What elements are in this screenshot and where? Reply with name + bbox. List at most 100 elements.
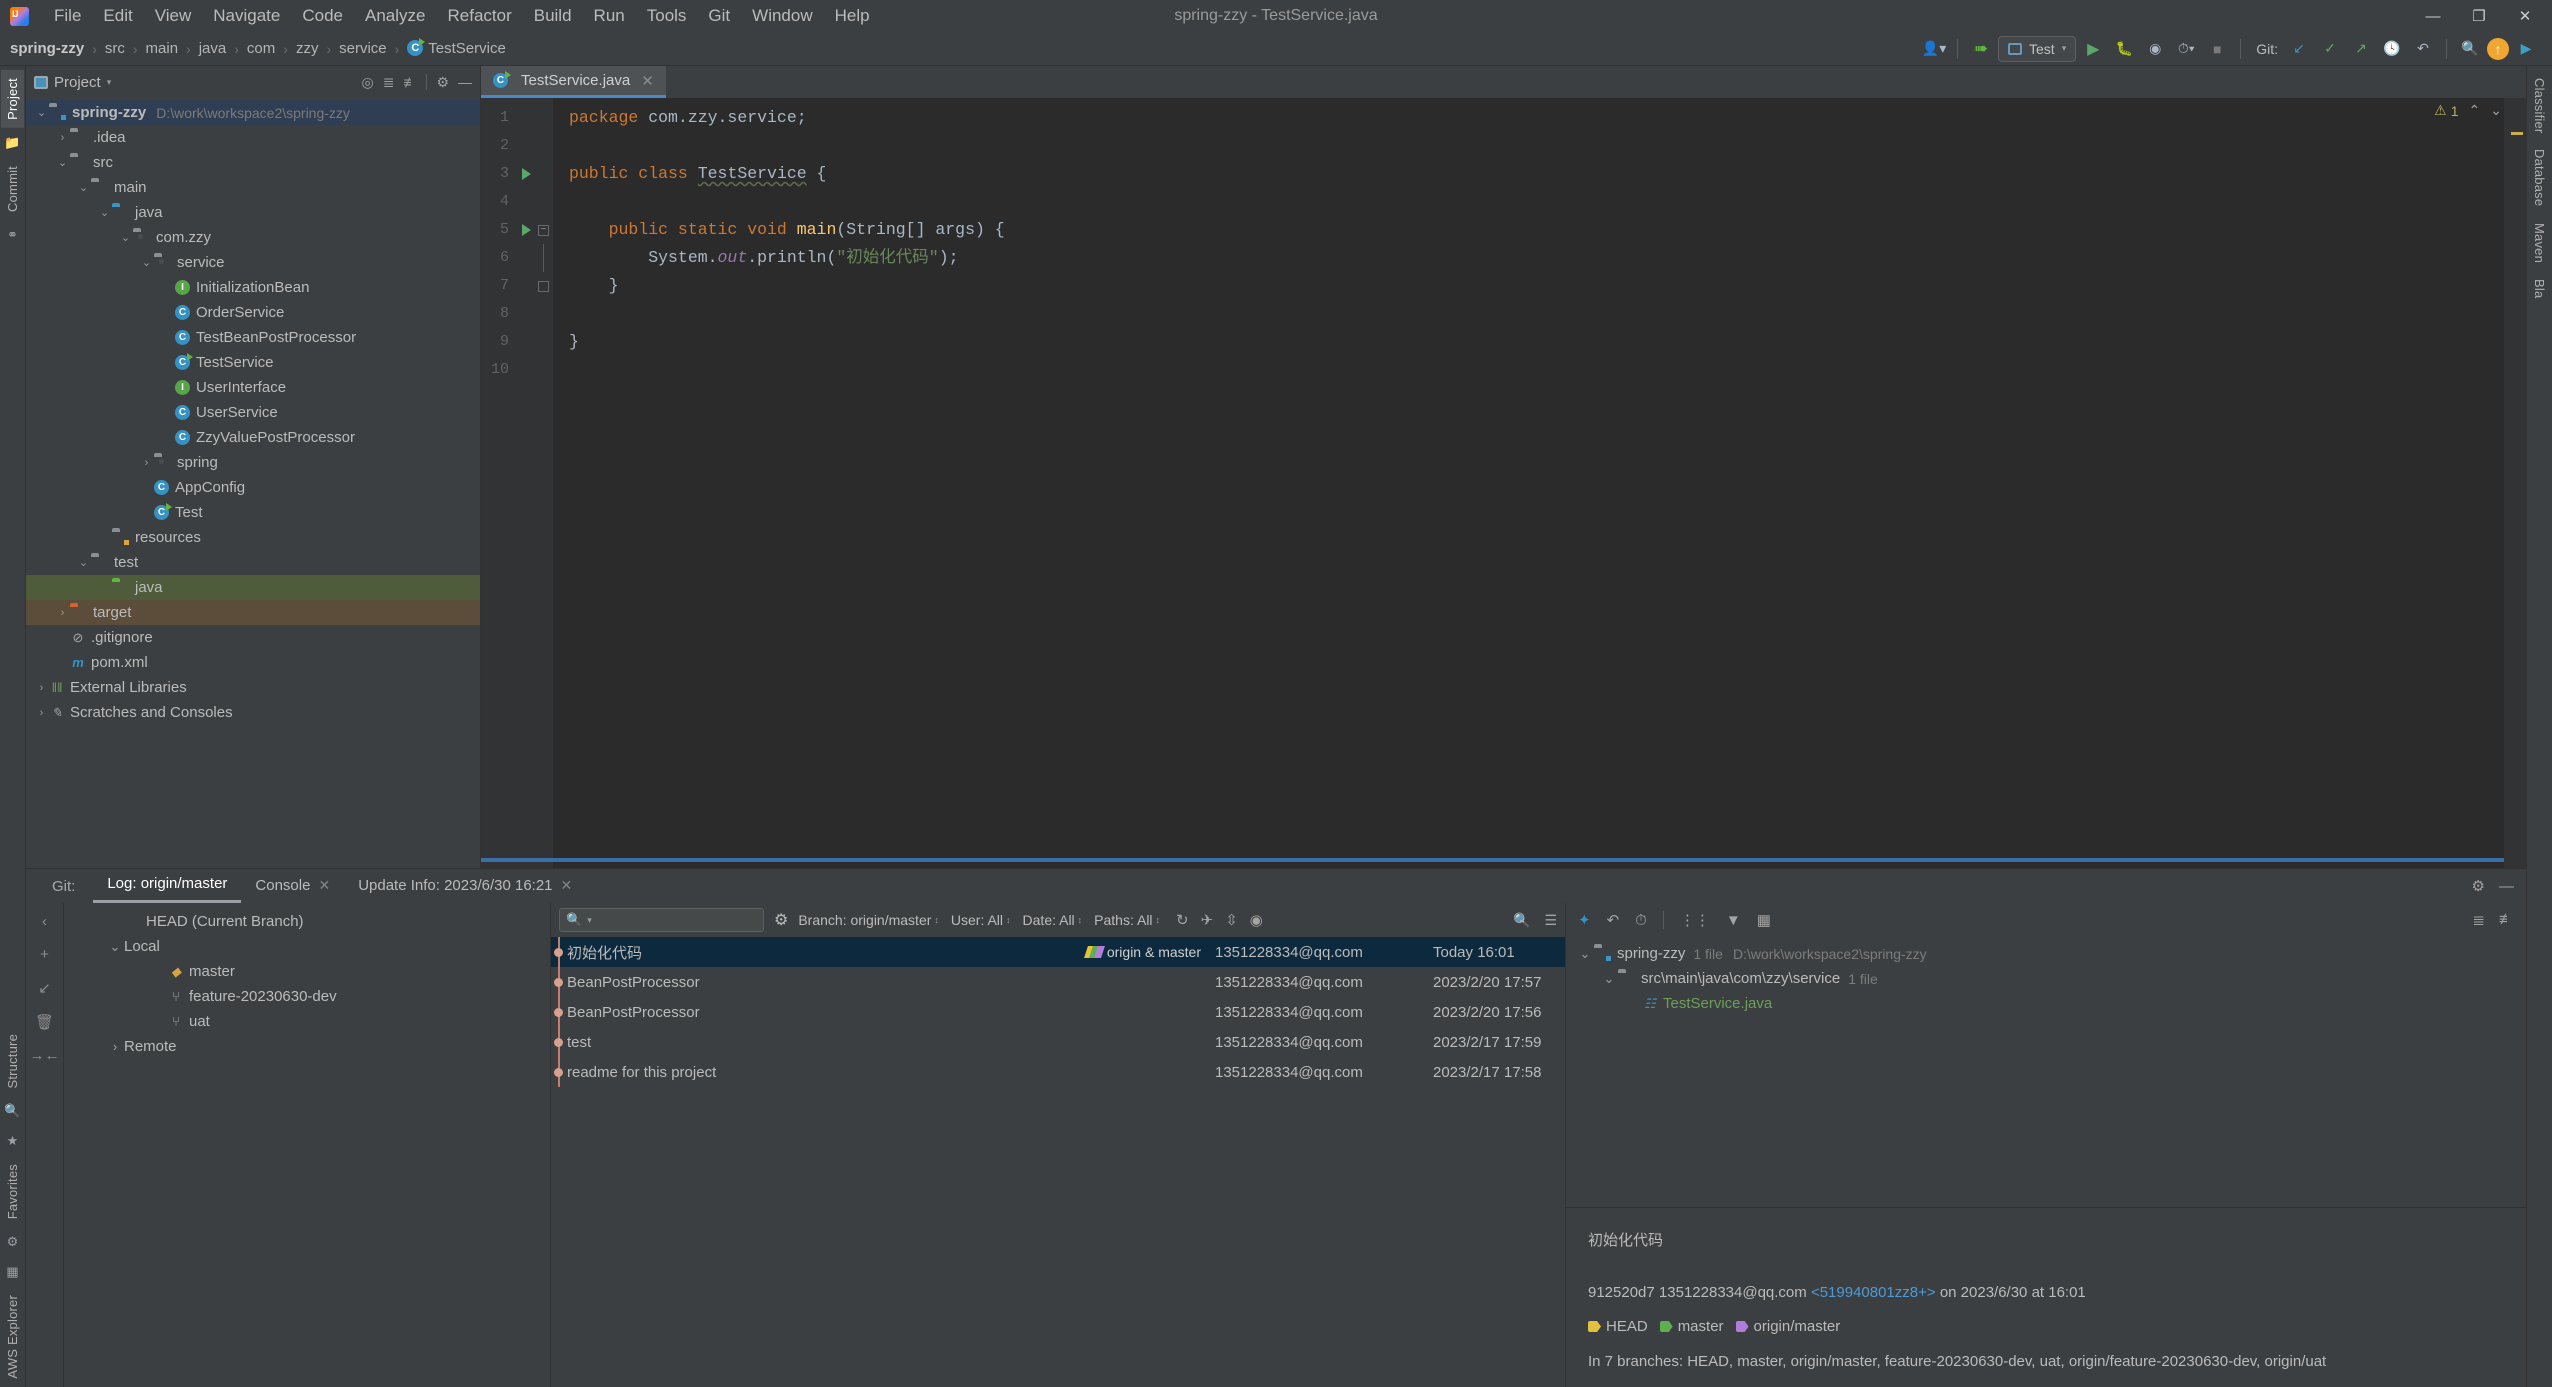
gear-icon[interactable]: ⚙	[436, 74, 449, 91]
run-icon[interactable]: ▶	[2079, 36, 2107, 62]
project-tree-row[interactable]: I UserInterface	[26, 375, 480, 400]
project-strip-icon[interactable]: 📁	[4, 128, 20, 158]
git-panel-tab[interactable]: Update Info: 2023/6/30 16:21 ✕	[344, 871, 586, 902]
revert-icon[interactable]: ↶	[1607, 911, 1620, 929]
project-tree-row[interactable]: C TestBeanPostProcessor	[26, 325, 480, 350]
project-tree[interactable]: ⌄ spring-zzy D:\work\workspace2\spring-zzy…	[26, 98, 480, 868]
chevron-icon[interactable]: ›	[139, 457, 154, 469]
project-tree-row[interactable]: I InitializationBean	[26, 275, 480, 300]
project-tree-row[interactable]: resources	[26, 525, 480, 550]
gutter-line[interactable]: 8	[481, 300, 553, 328]
expand-selection-icon[interactable]: ✦	[1578, 911, 1591, 929]
project-tree-row[interactable]: › ✎ Scratches and Consoles	[26, 700, 480, 725]
chevron-icon[interactable]: ›	[55, 607, 70, 619]
changed-file-row[interactable]: ⌄ src\main\java\com\zzy\service 1 file	[1566, 966, 2526, 991]
profiler-icon[interactable]: ⏱▾	[2172, 36, 2200, 62]
branch-tree-row[interactable]: ⑂ feature-20230630-dev	[64, 984, 550, 1009]
git-push-icon[interactable]: ↗	[2347, 36, 2375, 62]
git-panel-tab[interactable]: Console ✕	[241, 871, 344, 902]
project-tree-row[interactable]: ⌄ java	[26, 200, 480, 225]
menu-item-refactor[interactable]: Refactor	[436, 3, 522, 29]
project-tree-row[interactable]: java	[26, 575, 480, 600]
chevron-icon[interactable]: ⌄	[1576, 946, 1594, 962]
breadcrumb-item-service[interactable]: service	[337, 40, 389, 57]
menu-item-navigate[interactable]: Navigate	[202, 3, 291, 29]
chevron-icon[interactable]: ⌄	[139, 256, 154, 269]
menu-item-edit[interactable]: Edit	[92, 3, 143, 29]
chevron-icon[interactable]: ›	[106, 1039, 124, 1054]
sidebar-item-maven[interactable]: Maven	[2528, 215, 2551, 271]
close-button[interactable]: ✕	[2502, 1, 2548, 31]
gutter-line[interactable]: 6	[481, 244, 553, 272]
chevron-icon[interactable]: ⌄	[34, 106, 49, 119]
expand-all-icon[interactable]: ≣	[383, 74, 395, 91]
warning-marker[interactable]	[2511, 132, 2523, 135]
feature-trainer-icon[interactable]: ▶	[2512, 36, 2540, 62]
notification-icon[interactable]: ↑	[2487, 37, 2509, 60]
project-tree-row[interactable]: ⌄ main	[26, 175, 480, 200]
expand-all-icon[interactable]: ≣	[2472, 911, 2485, 929]
chevron-icon[interactable]: ⌄	[76, 181, 91, 194]
changed-file-row[interactable]: ⌄ spring-zzy 1 file D:\work\workspace2\spri…	[1566, 941, 2526, 966]
menu-item-code[interactable]: Code	[291, 3, 354, 29]
commit-row[interactable]: readme for this project 1351228334@qq.com…	[551, 1057, 1565, 1087]
sidebar-item-bla[interactable]: Bla	[2528, 271, 2551, 306]
commit-row[interactable]: test 1351228334@qq.com 2023/2/17 17:59	[551, 1027, 1565, 1057]
intellisort-icon[interactable]: ✈	[1201, 911, 1214, 929]
chevron-icon[interactable]: ›	[34, 707, 49, 719]
history-icon[interactable]: ⏱	[1635, 912, 1647, 929]
branch-tree[interactable]: HEAD (Current Branch) ⌄ Local ◆ master ⑂ featu…	[64, 903, 551, 1387]
gutter-line[interactable]: 1	[481, 104, 553, 132]
collapse-all-icon[interactable]: ≢	[403, 74, 417, 90]
find-icon[interactable]: 🔍	[1513, 912, 1530, 929]
commit-row[interactable]: 初始化代码 origin & master 1351228334@qq.com Tod…	[551, 937, 1565, 967]
merge-icon[interactable]: →←	[30, 1047, 60, 1064]
project-tree-row[interactable]: ⌄ com.zzy	[26, 225, 480, 250]
editor-horizontal-scrollbar[interactable]	[481, 858, 2504, 862]
project-tree-row[interactable]: m pom.xml	[26, 650, 480, 675]
menu-item-view[interactable]: View	[144, 3, 203, 29]
project-tree-row[interactable]: › spring	[26, 450, 480, 475]
gutter-line[interactable]: 2	[481, 132, 553, 160]
branch-tree-row[interactable]: ◆ master	[64, 959, 550, 984]
account-icon[interactable]: 👤▾	[1920, 36, 1948, 62]
sidebar-item-aws-explorer[interactable]: AWS Explorer	[1, 1287, 24, 1387]
gear-icon[interactable]: ⚙	[2472, 877, 2485, 895]
commit-ref-tag[interactable]: origin/master	[1736, 1310, 1841, 1344]
add-icon[interactable]: +	[40, 946, 49, 963]
chevron-icon[interactable]: ⌄	[76, 556, 91, 569]
run-with-coverage-icon[interactable]: ◉	[2141, 36, 2169, 62]
code-line[interactable]	[553, 188, 2504, 216]
project-tree-row[interactable]: C AppConfig	[26, 475, 480, 500]
code-line[interactable]	[553, 300, 2504, 328]
collapse-icon[interactable]: ‹	[42, 913, 47, 930]
sidebar-item-project[interactable]: Project	[1, 70, 24, 128]
close-icon[interactable]: ✕	[318, 877, 330, 894]
chevron-icon[interactable]: ⌄	[55, 156, 70, 169]
branch-tree-row[interactable]: ⑂ uat	[64, 1009, 550, 1034]
git-commit-icon[interactable]: ✓	[2316, 36, 2344, 62]
changed-files-tree[interactable]: ⌄ spring-zzy 1 file D:\work\workspace2\spri…	[1566, 937, 2526, 1207]
log-filter-user[interactable]: User: All ↕	[951, 912, 1011, 928]
menu-item-run[interactable]: Run	[583, 3, 636, 29]
run-gutter-icon[interactable]	[522, 168, 531, 180]
commit-row[interactable]: BeanPostProcessor 1351228334@qq.com 2023/2…	[551, 967, 1565, 997]
collapse-linear-icon[interactable]: ⇳	[1225, 911, 1238, 929]
code-line[interactable]: System.out.println("初始化代码");	[553, 244, 2504, 272]
menu-item-tools[interactable]: Tools	[636, 3, 698, 29]
prev-problem-icon[interactable]: ⌃	[2469, 102, 2481, 119]
git-panel-tab[interactable]: Log: origin/master	[93, 869, 242, 903]
branch-tree-row[interactable]: ⌄ Local	[64, 934, 550, 959]
favorites-star-icon[interactable]: ★	[7, 1126, 19, 1156]
project-tree-row[interactable]: C Test	[26, 500, 480, 525]
gutter-line[interactable]: 5−	[481, 216, 553, 244]
gutter-line[interactable]: 9	[481, 328, 553, 356]
gutter-line[interactable]: 10	[481, 356, 553, 384]
chevron-icon[interactable]: ›	[34, 682, 49, 694]
commit-list[interactable]: 初始化代码 origin & master 1351228334@qq.com Tod…	[551, 937, 1565, 1387]
project-tree-row[interactable]: ⌄ src	[26, 150, 480, 175]
menu-item-build[interactable]: Build	[523, 3, 583, 29]
commit-search-input[interactable]: 🔍 ▾	[559, 908, 764, 932]
code-content[interactable]: package com.zzy.service; public class Te…	[553, 98, 2504, 868]
editor-tab-testservice[interactable]: C TestService.java ✕	[481, 66, 666, 98]
